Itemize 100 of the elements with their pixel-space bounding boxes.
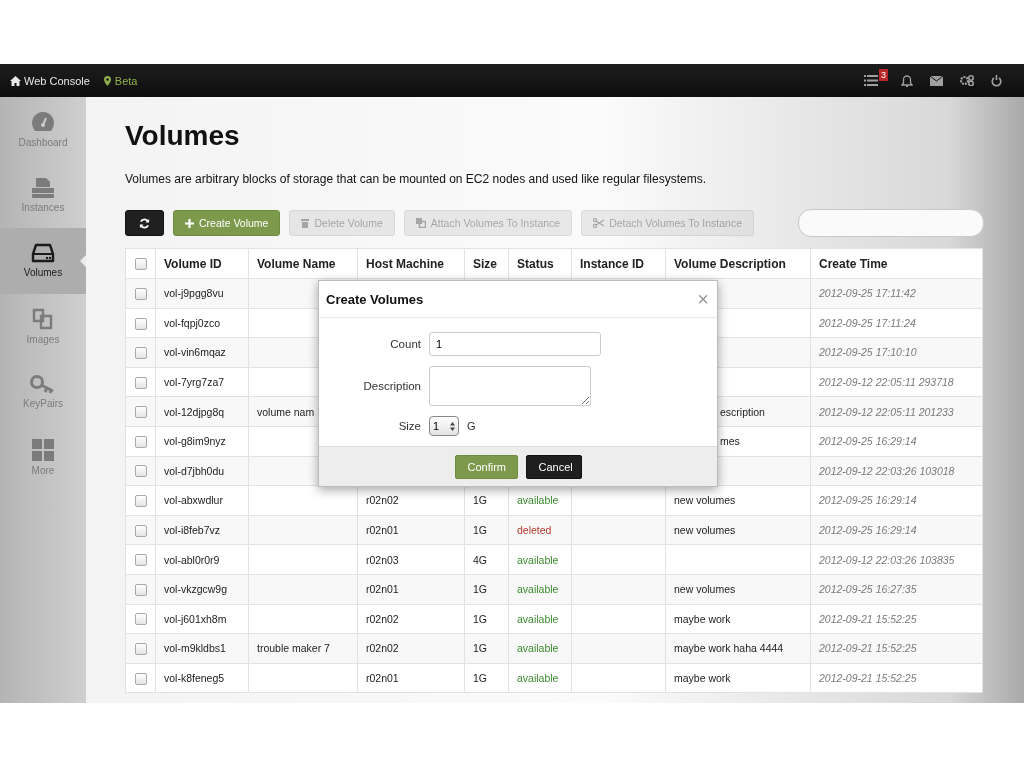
row-checkbox[interactable] — [134, 672, 147, 685]
time-text: 2012-09-25 17:10:10 — [819, 346, 917, 359]
size-text: 1G — [473, 524, 487, 537]
sidebar-item[interactable]: Dashboard — [0, 97, 86, 163]
volume-id: vol-k8feneg5 — [164, 672, 225, 684]
host-text: r02n02 — [366, 642, 399, 655]
row-checkbox[interactable] — [134, 317, 147, 330]
host-text: r02n01 — [366, 672, 399, 684]
field-label: Size — [397, 420, 421, 432]
column-header: Status — [517, 256, 554, 271]
description-text: maybe work — [674, 612, 731, 625]
sidebar-item[interactable]: Instances — [0, 162, 86, 228]
size-text: 1G — [473, 583, 487, 596]
sidebar-item[interactable]: More — [0, 424, 86, 490]
refresh-button[interactable] — [125, 210, 164, 236]
status-text: deleted — [517, 524, 552, 537]
create-button[interactable]: Create Volume — [173, 210, 281, 236]
volume-id: vol-abl0r0r9 — [164, 553, 220, 566]
volume-id: vol-vin6mqaz — [164, 346, 226, 359]
row-checkbox[interactable] — [134, 287, 147, 300]
description-text: escription — [720, 405, 765, 418]
bell-icon[interactable] — [901, 74, 913, 87]
volume-id: vol-7yrg7za7 — [164, 376, 225, 389]
column-header: Volume Description — [674, 256, 786, 271]
updown-arrows-icon — [450, 421, 455, 431]
time-text: 2012-09-21 15:52:25 — [819, 642, 917, 655]
sidebar-item[interactable]: Volumes — [0, 228, 86, 294]
host-text: r02n01 — [366, 524, 399, 537]
size-text: 1G — [473, 612, 487, 625]
row-checkbox[interactable] — [134, 406, 147, 419]
description-text: maybe work — [674, 672, 731, 684]
volume-id: vol-j601xh8m — [164, 612, 227, 625]
envelope-icon[interactable] — [930, 75, 943, 86]
row-checkbox[interactable] — [134, 583, 147, 596]
volume-id: vol-m9kldbs1 — [164, 642, 226, 655]
row-checkbox[interactable] — [134, 347, 147, 360]
row-checkbox[interactable] — [134, 613, 147, 626]
cancel-button[interactable]: Cancel — [525, 454, 582, 479]
copy-icon — [415, 218, 426, 228]
status-text: available — [517, 612, 559, 625]
home-link[interactable]: Web Console — [10, 74, 90, 87]
host-text: r02n01 — [366, 583, 399, 596]
count-field[interactable]: 1 — [429, 332, 601, 356]
dialog-title: Create Volumes — [326, 291, 424, 307]
host-text: r02n03 — [366, 553, 399, 566]
time-text: 2012-09-25 16:29:14 — [819, 494, 917, 507]
sidebar-item[interactable]: Images — [0, 293, 86, 359]
row-checkbox[interactable] — [134, 554, 147, 567]
volume-id: vol-12djpg8q — [164, 405, 225, 418]
host-text: r02n02 — [366, 494, 399, 507]
row-checkbox[interactable] — [134, 524, 147, 537]
row-checkbox[interactable] — [134, 465, 147, 478]
status-text: available — [517, 494, 559, 507]
size-select[interactable]: 1 — [429, 416, 459, 436]
plus-icon — [185, 218, 194, 228]
row-checkbox[interactable] — [134, 495, 147, 508]
time-text: 2012-09-21 15:52:25 — [819, 672, 917, 684]
copy-icon — [32, 307, 54, 330]
size-text: 1G — [473, 494, 487, 507]
status-text: available — [517, 642, 559, 655]
field-label: Count — [389, 338, 421, 350]
row-checkbox[interactable] — [134, 376, 147, 389]
volume-id: vol-g8im9nyz — [164, 435, 226, 448]
refresh-icon — [139, 217, 150, 229]
column-header: Instance ID — [580, 256, 645, 271]
status-text: available — [517, 583, 559, 596]
select-all-checkbox[interactable] — [134, 258, 147, 271]
field-label: Description — [362, 380, 421, 392]
sidebar-item[interactable]: KeyPairs — [0, 359, 86, 425]
description-text: new volumes — [674, 524, 736, 537]
unit-label: G — [467, 420, 476, 432]
description-text: new volumes — [674, 583, 736, 596]
scissors-icon — [593, 218, 605, 228]
trash-icon — [301, 218, 310, 228]
volume-id: vol-i8feb7vz — [164, 524, 221, 537]
row-checkbox[interactable] — [134, 643, 147, 656]
search-field[interactable] — [798, 209, 984, 237]
status-text: available — [517, 553, 559, 566]
column-header: Host Machine — [366, 256, 444, 271]
description-text: maybe work haha 4444 — [674, 642, 784, 655]
host-text: r02n02 — [366, 612, 399, 625]
confirm-button[interactable]: Confirm — [454, 454, 518, 479]
volume-id: vol-d7jbh0du — [164, 464, 225, 477]
gears-icon[interactable] — [960, 75, 974, 86]
home-icon — [10, 75, 21, 86]
volume-name: volume nam — [257, 405, 315, 418]
time-text: 2012-09-12 22:03:26 103835 — [819, 553, 955, 566]
time-text: 2012-09-12 22:05:11 293718 — [819, 376, 954, 389]
time-text: 2012-09-25 17:11:24 — [819, 316, 916, 329]
volume-id: vol-abxwdlur — [164, 494, 223, 507]
column-header: Size — [473, 256, 497, 271]
row-checkbox[interactable] — [134, 435, 147, 448]
status-text: available — [517, 672, 559, 684]
volume-name: trouble maker 7 — [257, 642, 330, 655]
list-icon[interactable] — [864, 75, 878, 86]
task-count-badge: 3 — [879, 69, 888, 81]
gauge-icon — [31, 111, 55, 134]
power-icon[interactable] — [991, 74, 1002, 87]
close-button[interactable]: × — [697, 289, 709, 309]
description-field[interactable] — [429, 366, 591, 406]
